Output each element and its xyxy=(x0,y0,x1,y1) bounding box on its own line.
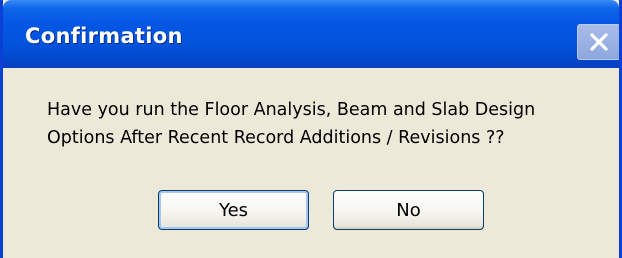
title-bar[interactable]: Confirmation xyxy=(3,0,619,68)
confirmation-dialog: Confirmation Have you run the Floor Anal… xyxy=(0,0,622,258)
no-button[interactable]: No xyxy=(333,190,484,230)
yes-button[interactable]: Yes xyxy=(158,190,309,230)
dialog-message: Have you run the Floor Analysis, Beam an… xyxy=(47,96,535,152)
close-icon xyxy=(590,33,608,51)
close-button[interactable] xyxy=(577,24,619,60)
dialog-title: Confirmation xyxy=(25,24,183,48)
message-line-2: Options After Recent Record Additions / … xyxy=(47,128,505,148)
message-line-1: Have you run the Floor Analysis, Beam an… xyxy=(47,100,536,120)
